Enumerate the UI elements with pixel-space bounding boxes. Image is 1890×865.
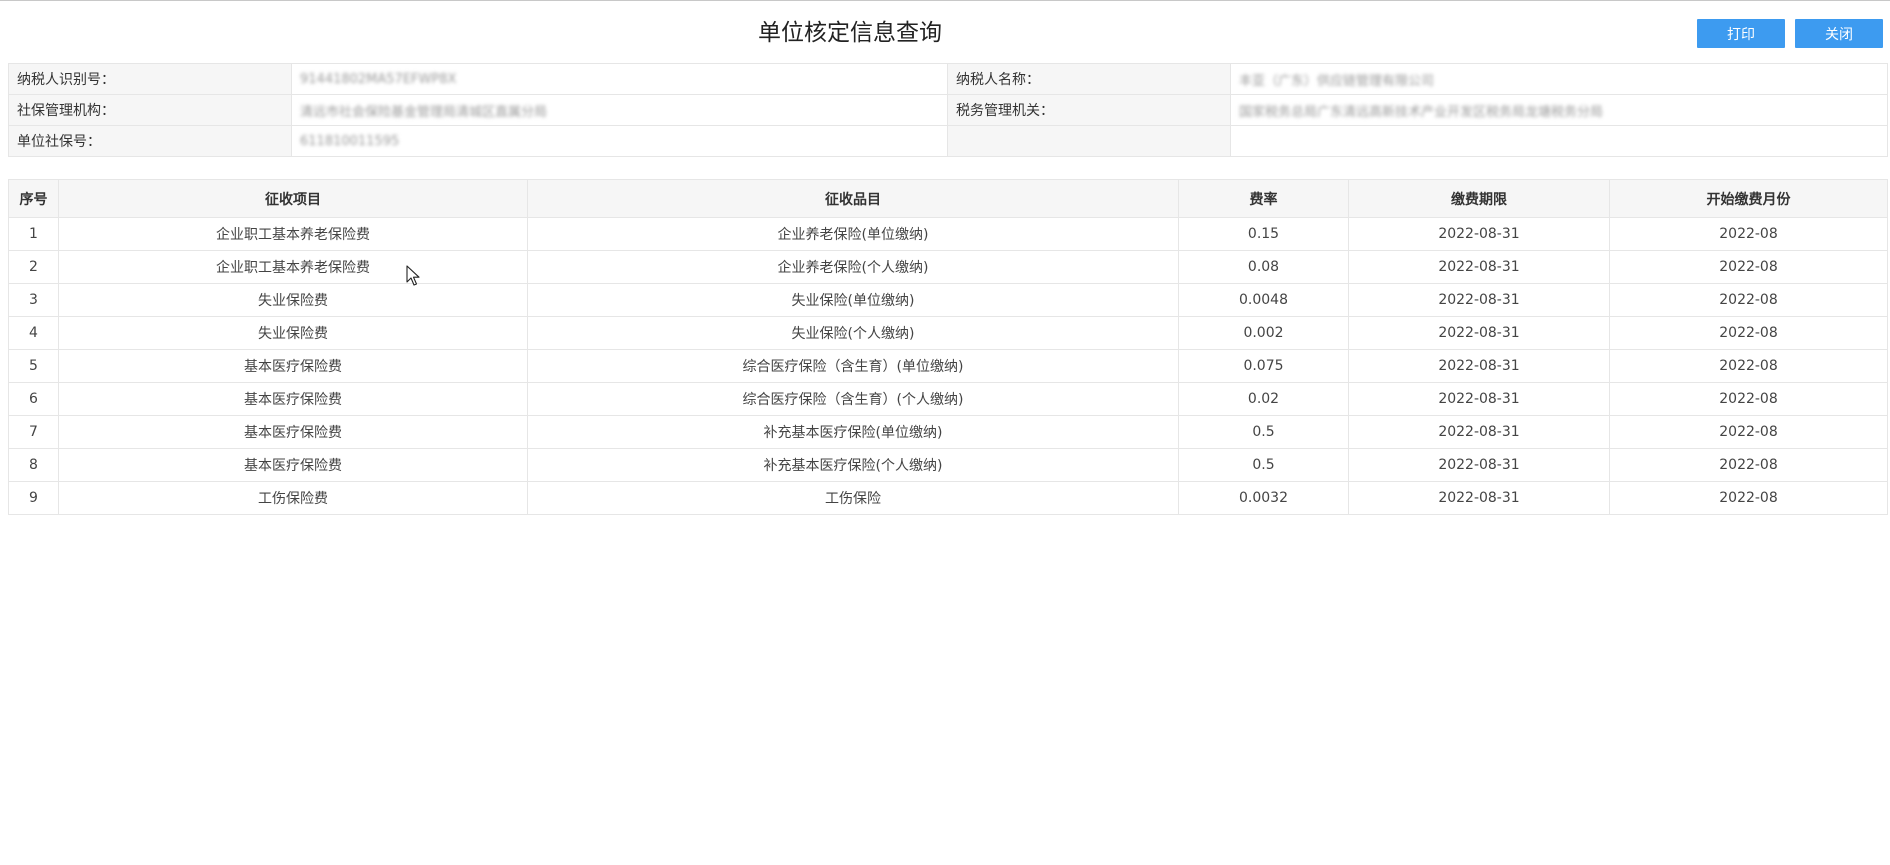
cell-seq: 3 [8, 283, 59, 317]
cell-subitem: 失业保险(个人缴纳) [527, 316, 1179, 350]
cell-rate: 0.08 [1178, 250, 1349, 284]
cell-subitem: 失业保险(单位缴纳) [527, 283, 1179, 317]
cell-start-month: 2022-08 [1609, 217, 1888, 251]
cell-subitem: 补充基本医疗保险(个人缴纳) [527, 448, 1179, 482]
tax-authority-text: 国家税务总局广东清远高新技术产业开发区税务局龙塘税务分局 [1239, 104, 1604, 120]
social-agency-label: 社保管理机构： [8, 94, 292, 126]
table-row[interactable]: 4 失业保险费 失业保险(个人缴纳) 0.002 2022-08-31 2022… [8, 316, 1888, 350]
cell-subitem: 企业养老保险(单位缴纳) [527, 217, 1179, 251]
cell-item: 企业职工基本养老保险费 [58, 250, 528, 284]
cell-rate: 0.0032 [1178, 481, 1349, 515]
print-button[interactable]: 打印 [1697, 19, 1785, 48]
taxpayer-id-label: 纳税人识别号： [8, 63, 292, 95]
table-row[interactable]: 3 失业保险费 失业保险(单位缴纳) 0.0048 2022-08-31 202… [8, 283, 1888, 317]
cell-seq: 2 [8, 250, 59, 284]
cell-seq: 5 [8, 349, 59, 383]
cell-rate: 0.02 [1178, 382, 1349, 416]
cell-item: 基本医疗保险费 [58, 382, 528, 416]
cell-rate: 0.15 [1178, 217, 1349, 251]
info-row: 纳税人识别号： 91441802MA57EFWP8X 纳税人名称： 丰亚（广东）… [8, 63, 1888, 95]
taxpayer-id-text: 91441802MA57EFWP8X [300, 72, 457, 87]
cell-seq: 1 [8, 217, 59, 251]
cell-start-month: 2022-08 [1609, 349, 1888, 383]
tax-authority-value: 国家税务总局广东清远高新技术产业开发区税务局龙塘税务分局 [1230, 94, 1888, 126]
taxpayer-name-text: 丰亚（广东）供应链管理有限公司 [1239, 73, 1435, 89]
info-row: 社保管理机构： 清远市社会保险基金管理局清城区直属分局 税务管理机关： 国家税务… [8, 94, 1888, 126]
table-row[interactable]: 5 基本医疗保险费 综合医疗保险（含生育）(单位缴纳) 0.075 2022-0… [8, 349, 1888, 383]
cell-seq: 9 [8, 481, 59, 515]
unit-ssn-label: 单位社保号： [8, 125, 292, 157]
cell-seq: 6 [8, 382, 59, 416]
cell-start-month: 2022-08 [1609, 448, 1888, 482]
taxpayer-id-value: 91441802MA57EFWP8X [291, 63, 948, 95]
col-header-start-month: 开始缴费月份 [1609, 179, 1888, 218]
cell-item: 失业保险费 [58, 283, 528, 317]
table-header-row: 序号 征收项目 征收品目 费率 缴费期限 开始缴费月份 [8, 179, 1888, 218]
cell-seq: 8 [8, 448, 59, 482]
page-title: 单位核定信息查询 [758, 20, 942, 46]
table-row[interactable]: 7 基本医疗保险费 补充基本医疗保险(单位缴纳) 0.5 2022-08-31 … [8, 415, 1888, 449]
cell-start-month: 2022-08 [1609, 316, 1888, 350]
cell-deadline: 2022-08-31 [1348, 316, 1610, 350]
cell-deadline: 2022-08-31 [1348, 217, 1610, 251]
cell-rate: 0.5 [1178, 415, 1349, 449]
cell-item: 基本医疗保险费 [58, 448, 528, 482]
unit-ssn-value: 611810011595 [291, 125, 948, 157]
col-header-deadline: 缴费期限 [1348, 179, 1610, 218]
empty-label-cell [947, 125, 1231, 157]
close-button[interactable]: 关闭 [1795, 19, 1883, 48]
cell-item: 工伤保险费 [58, 481, 528, 515]
cell-deadline: 2022-08-31 [1348, 349, 1610, 383]
cell-item: 基本医疗保险费 [58, 415, 528, 449]
col-header-rate: 费率 [1178, 179, 1349, 218]
cell-seq: 4 [8, 316, 59, 350]
cell-start-month: 2022-08 [1609, 415, 1888, 449]
taxpayer-name-label: 纳税人名称： [947, 63, 1231, 95]
cell-rate: 0.075 [1178, 349, 1349, 383]
cell-deadline: 2022-08-31 [1348, 283, 1610, 317]
cell-subitem: 综合医疗保险（含生育）(个人缴纳) [527, 382, 1179, 416]
cell-start-month: 2022-08 [1609, 283, 1888, 317]
table-row[interactable]: 6 基本医疗保险费 综合医疗保险（含生育）(个人缴纳) 0.02 2022-08… [8, 382, 1888, 416]
taxpayer-name-value: 丰亚（广东）供应链管理有限公司 [1230, 63, 1888, 95]
cell-start-month: 2022-08 [1609, 382, 1888, 416]
cell-deadline: 2022-08-31 [1348, 448, 1610, 482]
info-row: 单位社保号： 611810011595 [8, 125, 1888, 157]
table-row[interactable]: 9 工伤保险费 工伤保险 0.0032 2022-08-31 2022-08 [8, 481, 1888, 515]
cell-deadline: 2022-08-31 [1348, 415, 1610, 449]
empty-value-cell [1230, 125, 1888, 157]
cell-seq: 7 [8, 415, 59, 449]
cell-subitem: 工伤保险 [527, 481, 1179, 515]
cell-item: 企业职工基本养老保险费 [58, 217, 528, 251]
cell-item: 基本医疗保险费 [58, 349, 528, 383]
col-header-seq: 序号 [8, 179, 59, 218]
cell-item: 失业保险费 [58, 316, 528, 350]
cell-rate: 0.5 [1178, 448, 1349, 482]
col-header-item: 征收项目 [58, 179, 528, 218]
assessment-table: 序号 征收项目 征收品目 费率 缴费期限 开始缴费月份 1 企业职工基本养老保险… [8, 179, 1888, 515]
cell-rate: 0.002 [1178, 316, 1349, 350]
cell-subitem: 综合医疗保险（含生育）(单位缴纳) [527, 349, 1179, 383]
cell-rate: 0.0048 [1178, 283, 1349, 317]
cell-start-month: 2022-08 [1609, 481, 1888, 515]
social-agency-value: 清远市社会保险基金管理局清城区直属分局 [291, 94, 948, 126]
table-row[interactable]: 2 企业职工基本养老保险费 企业养老保险(个人缴纳) 0.08 2022-08-… [8, 250, 1888, 284]
col-header-subitem: 征收品目 [527, 179, 1179, 218]
table-row[interactable]: 1 企业职工基本养老保险费 企业养老保险(单位缴纳) 0.15 2022-08-… [8, 217, 1888, 251]
unit-ssn-text: 611810011595 [300, 134, 400, 149]
cell-subitem: 补充基本医疗保险(单位缴纳) [527, 415, 1179, 449]
cell-deadline: 2022-08-31 [1348, 382, 1610, 416]
tax-authority-label: 税务管理机关： [947, 94, 1231, 126]
mouse-pointer-icon [406, 265, 420, 286]
cell-start-month: 2022-08 [1609, 250, 1888, 284]
table-row[interactable]: 8 基本医疗保险费 补充基本医疗保险(个人缴纳) 0.5 2022-08-31 … [8, 448, 1888, 482]
cell-deadline: 2022-08-31 [1348, 250, 1610, 284]
social-agency-text: 清远市社会保险基金管理局清城区直属分局 [300, 104, 548, 120]
cell-subitem: 企业养老保险(个人缴纳) [527, 250, 1179, 284]
cell-deadline: 2022-08-31 [1348, 481, 1610, 515]
taxpayer-info-table: 纳税人识别号： 91441802MA57EFWP8X 纳税人名称： 丰亚（广东）… [8, 63, 1888, 157]
